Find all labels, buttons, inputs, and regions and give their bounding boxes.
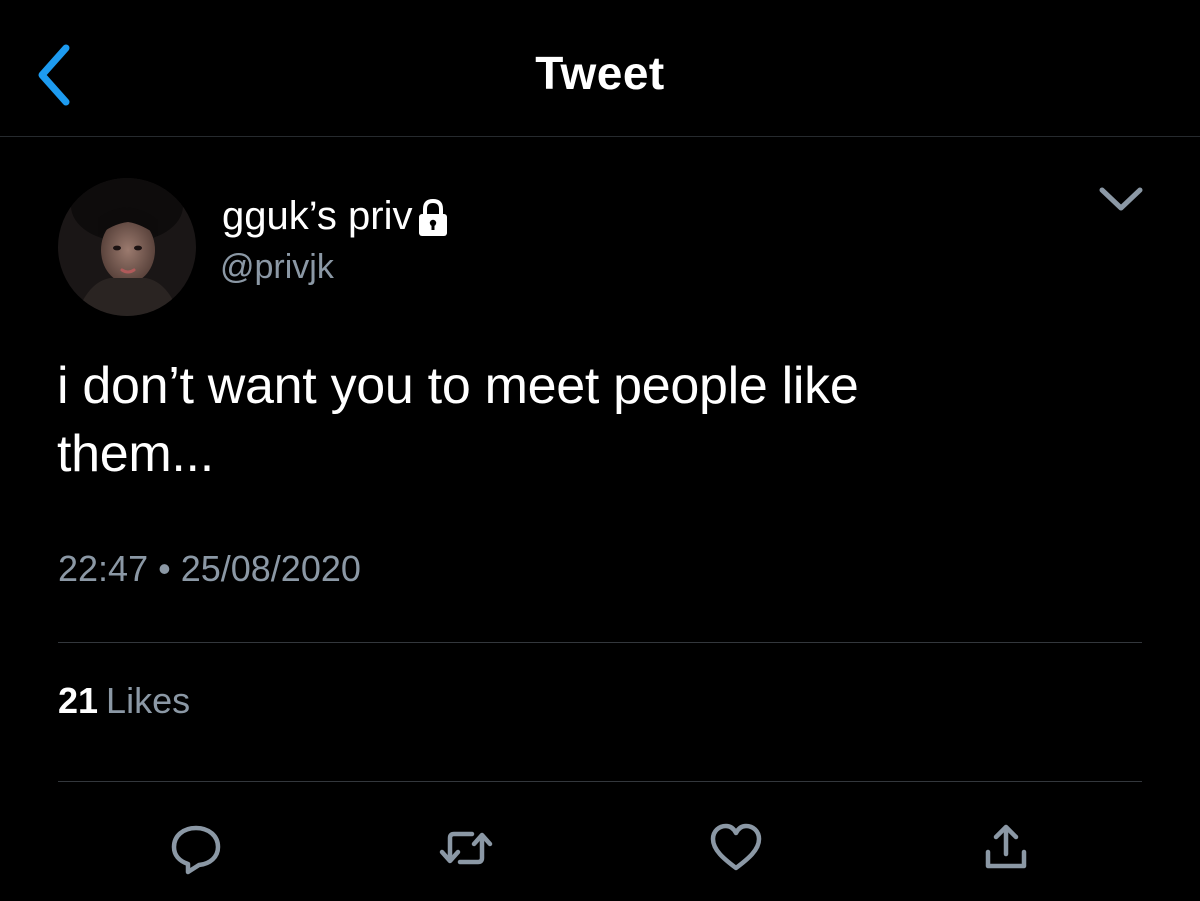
likes-count: 21 bbox=[58, 680, 99, 721]
divider bbox=[58, 781, 1142, 782]
share-icon bbox=[985, 824, 1027, 869]
divider bbox=[58, 642, 1142, 643]
retweet-icon bbox=[439, 831, 493, 865]
tweet-text-line: them... bbox=[57, 425, 214, 483]
likes-stat[interactable]: 21 Likes bbox=[58, 680, 190, 722]
tweet-text-line: i don’t want you to meet people like bbox=[57, 357, 859, 415]
reply-icon bbox=[171, 825, 221, 875]
lock-icon bbox=[416, 198, 450, 238]
reply-button[interactable] bbox=[166, 820, 226, 876]
author-display-name[interactable]: gguk’s priv bbox=[222, 194, 412, 239]
top-navigation-bar: Tweet bbox=[0, 0, 1200, 137]
tweet-timestamp[interactable]: 22:47 • 25/08/2020 bbox=[58, 548, 361, 590]
tweet-date: 25/08/2020 bbox=[180, 548, 361, 589]
avatar[interactable] bbox=[58, 178, 196, 316]
retweet-button[interactable] bbox=[436, 820, 496, 876]
author-name-row[interactable]: gguk’s priv bbox=[222, 188, 450, 244]
like-button[interactable] bbox=[706, 820, 766, 876]
page-title: Tweet bbox=[535, 47, 665, 99]
tweet-text: i don’t want you to meet people like the… bbox=[57, 352, 1147, 488]
author-handle[interactable]: @privjk bbox=[220, 248, 334, 287]
separator-dot: • bbox=[158, 548, 171, 589]
avatar-photo bbox=[58, 178, 196, 316]
likes-label: Likes bbox=[106, 680, 191, 721]
share-button[interactable] bbox=[976, 820, 1036, 876]
tweet-time: 22:47 bbox=[58, 548, 149, 589]
chevron-down-icon bbox=[1099, 187, 1143, 211]
tweet-options-button[interactable] bbox=[1094, 180, 1148, 220]
heart-icon bbox=[710, 823, 762, 871]
